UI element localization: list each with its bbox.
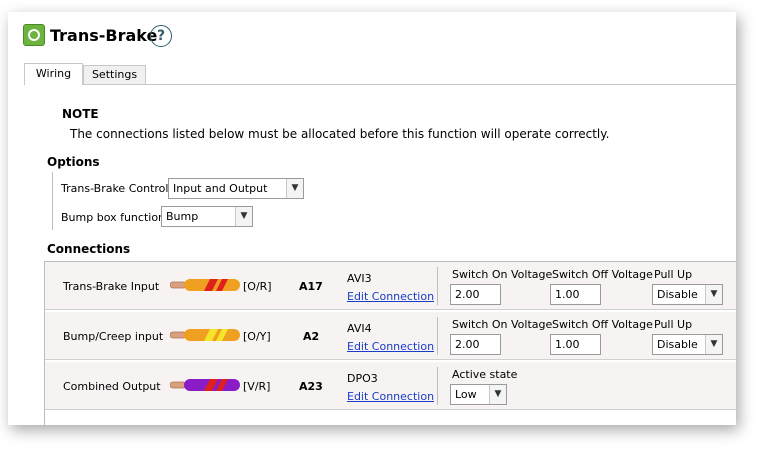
edit-connection-link[interactable]: Edit Connection: [347, 290, 434, 303]
bump-box-value: Bump: [166, 210, 199, 223]
row-divider: [437, 267, 438, 305]
bump-box-select[interactable]: Bump ▼: [161, 206, 253, 227]
chevron-down-icon: ▼: [235, 207, 252, 226]
active-state-label: Active state: [452, 368, 518, 381]
connections-heading: Connections: [47, 242, 131, 256]
switch-on-voltage-label: Switch On Voltage: [452, 318, 553, 331]
switch-on-voltage-field[interactable]: 2.00: [450, 334, 501, 355]
switch-off-voltage-label: Switch Off Voltage: [552, 268, 653, 281]
switch-on-voltage-label: Switch On Voltage: [452, 268, 553, 281]
wire-icon: [170, 279, 240, 291]
connection-row-combined-output: Combined Output [V/R] A23 DPO3 Edit Conn…: [45, 362, 736, 410]
io-label: AVI3: [347, 272, 372, 285]
bump-box-label: Bump box function: [61, 211, 166, 224]
pin-label: A2: [303, 330, 320, 343]
edit-connection-link[interactable]: Edit Connection: [347, 390, 434, 403]
wire-code: [V/R]: [243, 380, 271, 393]
wire-code: [O/R]: [243, 280, 272, 293]
pull-up-label: Pull Up: [654, 318, 693, 331]
connection-row-trans-brake-input: Trans-Brake Input [O/R] A17 AVI3 Edit Co…: [45, 262, 736, 310]
pull-up-value: Disable: [657, 338, 698, 351]
row-divider: [437, 367, 438, 405]
chevron-down-icon: ▼: [705, 335, 722, 354]
io-label: DPO3: [347, 372, 378, 385]
help-icon[interactable]: ?: [150, 25, 172, 47]
trans-brake-app-icon: [23, 24, 45, 46]
active-state-select[interactable]: Low ▼: [450, 384, 507, 405]
edit-connection-link[interactable]: Edit Connection: [347, 340, 434, 353]
connection-name: Combined Output: [63, 380, 161, 393]
tab-divider: [83, 84, 736, 85]
tab-wiring[interactable]: Wiring: [24, 63, 83, 85]
pin-label: A17: [299, 280, 323, 293]
pin-label: A23: [299, 380, 323, 393]
io-label: AVI4: [347, 322, 372, 335]
switch-off-voltage-label: Switch Off Voltage: [552, 318, 653, 331]
transbrake-control-value: Input and Output: [173, 182, 268, 195]
chevron-down-icon: ▼: [489, 385, 506, 404]
note-text: The connections listed below must be all…: [70, 127, 610, 141]
switch-on-voltage-field[interactable]: 2.00: [450, 284, 501, 305]
tab-settings[interactable]: Settings: [83, 65, 146, 84]
trans-brake-window: Trans-Brake ? Wiring Settings NOTE The c…: [8, 12, 736, 425]
pull-up-select[interactable]: Disable ▼: [652, 334, 723, 355]
connection-row-bump-creep-input: Bump/Creep input [O/Y] A2 AVI4 Edit Conn…: [45, 312, 736, 360]
options-heading: Options: [47, 155, 100, 169]
pull-up-select[interactable]: Disable ▼: [652, 284, 723, 305]
transbrake-control-select[interactable]: Input and Output ▼: [168, 178, 304, 199]
connection-name: Trans-Brake Input: [63, 280, 160, 293]
switch-off-voltage-field[interactable]: 1.00: [550, 284, 601, 305]
wire-icon: [170, 329, 240, 341]
pull-up-value: Disable: [657, 288, 698, 301]
title-bar: Trans-Brake ?: [8, 12, 736, 60]
wire-icon: [170, 379, 240, 391]
transbrake-control-label: Trans-Brake Control: [61, 182, 169, 195]
wire-code: [O/Y]: [243, 330, 271, 343]
pull-up-label: Pull Up: [654, 268, 693, 281]
page-title: Trans-Brake: [50, 26, 158, 45]
row-divider: [437, 317, 438, 355]
note-title: NOTE: [62, 107, 99, 121]
active-state-value: Low: [455, 388, 477, 401]
connection-name: Bump/Creep input: [63, 330, 164, 343]
options-divider: [52, 172, 53, 230]
chevron-down-icon: ▼: [286, 179, 303, 198]
chevron-down-icon: ▼: [705, 285, 722, 304]
switch-off-voltage-field[interactable]: 1.00: [550, 334, 601, 355]
